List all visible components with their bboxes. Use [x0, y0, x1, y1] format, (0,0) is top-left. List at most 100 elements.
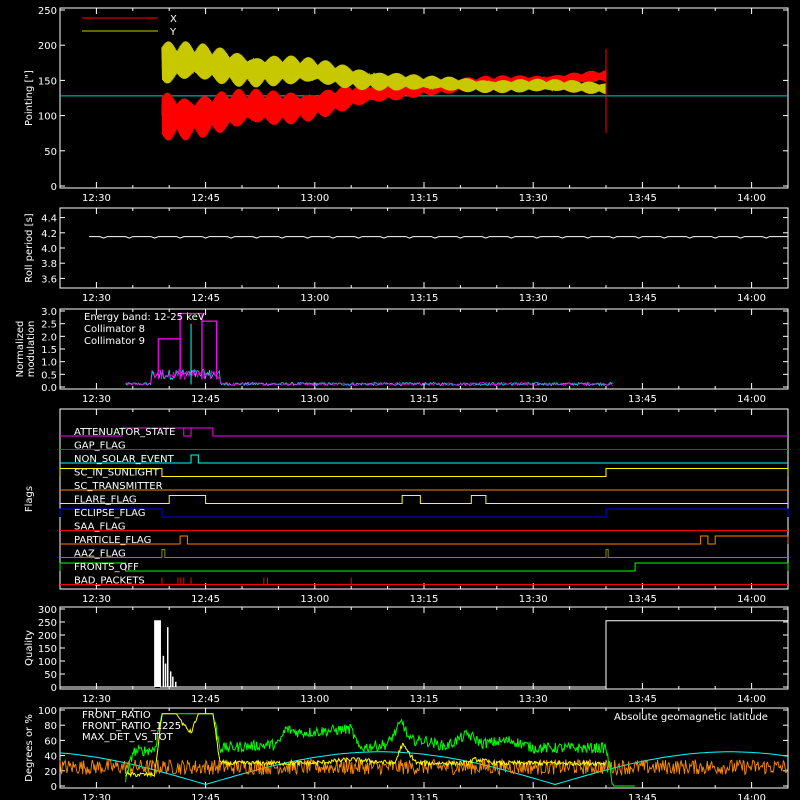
y-tick-label: 4.2: [41, 229, 57, 240]
panel-roll: 12:30 12:45 13:00 13:15 13:30 13:45 14:00 3.6 3.…: [24, 207, 789, 304]
legend-label: MAX_DET_VS_TOT: [82, 732, 174, 743]
y-axis-label: Degrees or %: [24, 714, 35, 782]
flag-line-particle_flag: [60, 535, 789, 545]
x-tick-label: 12:45: [191, 694, 220, 705]
y-tick-label: 200: [38, 631, 57, 642]
y-tick-label: 3.0: [41, 307, 57, 318]
y-tick-label: 2.0: [41, 332, 57, 343]
latitude-annotation: Absolute geomagnetic latitude: [614, 712, 768, 723]
x-tick-label: 13:45: [628, 394, 657, 405]
y-tick-label: 4.0: [41, 244, 57, 255]
y-tick-label: 0: [51, 782, 57, 793]
x-tick-label: 12:30: [82, 793, 111, 800]
x-tick-label: 13:00: [300, 293, 329, 304]
legend-label: Y: [169, 27, 177, 38]
x-tick-label: 12:30: [82, 193, 111, 204]
panel-frame: [59, 207, 789, 289]
legend-label: FRONT_RATIO_1225: [82, 721, 181, 732]
flag-label: SAA_FLAG: [74, 522, 125, 533]
y-tick-label: 3.8: [41, 259, 57, 270]
flag-label: FLARE_FLAG: [74, 495, 137, 506]
x-tick-label: 13:00: [300, 594, 329, 605]
flag-label: ATTENUATOR_STATE: [74, 427, 175, 438]
panel-modulation: 12:30 12:45 13:00 13:15 13:30 13:45 14:00 0.0 0.…: [15, 307, 789, 405]
x-tick-label: 12:45: [191, 293, 220, 304]
flag-line-flare_flag: [60, 495, 788, 504]
panel-flags: 12:30 12:45 13:00 13:15 13:30 13:45 14:00 Flags…: [24, 408, 789, 605]
y-tick-label: 0.5: [41, 370, 57, 381]
series-y-line: [161, 41, 607, 95]
x-tick-label: 12:45: [191, 394, 220, 405]
x-tick-label: 14:00: [737, 193, 766, 204]
x-tick-label: 12:30: [82, 293, 111, 304]
y-tick-label: 40: [44, 752, 57, 763]
y-tick-label: 4.4: [41, 214, 57, 225]
y-tick-label: 100: [38, 657, 57, 668]
x-tick-label: 14:00: [737, 594, 766, 605]
y-tick-label: 2.5: [41, 320, 57, 331]
modulation-noise-0: [125, 368, 613, 387]
flag-label: NON_SOLAR_EVENT: [74, 454, 175, 465]
y-axis-label-line: modulation: [26, 321, 37, 378]
x-tick-label: 13:15: [410, 793, 439, 800]
x-tick-label: 13:30: [519, 594, 548, 605]
y-tick-label: 200: [38, 41, 57, 52]
x-tick-label: 13:30: [519, 394, 548, 405]
flag-line-aaz_flag: [60, 549, 788, 558]
y-axis-label: Quality: [24, 630, 35, 666]
legend-label: Collimator 8: [84, 324, 145, 335]
y-tick-label: 50: [44, 147, 57, 158]
x-tick-label: 14:00: [737, 293, 766, 304]
x-tick-label: 14:00: [737, 793, 766, 800]
x-tick-label: 13:45: [628, 793, 657, 800]
x-tick-label: 13:30: [519, 193, 548, 204]
x-tick-label: 13:30: [519, 694, 548, 705]
y-tick-label: 0: [51, 683, 57, 694]
y-tick-label: 1.0: [41, 358, 57, 369]
chart-figure: 12:30 12:45 13:00 13:15 13:30 13:45 14:00 0 50 10…: [0, 0, 800, 800]
x-tick-label: 13:15: [410, 394, 439, 405]
y-tick-label: 0.0: [41, 383, 57, 394]
y-tick-label: 150: [38, 644, 57, 655]
y-tick-label: 150: [38, 76, 57, 87]
y-axis-label: Pointing ["]: [24, 70, 35, 126]
flag-line-eclipse_flag: [59, 508, 789, 518]
flag-label: SC_TRANSMITTER: [74, 481, 163, 492]
x-tick-label: 14:00: [737, 394, 766, 405]
x-tick-label: 13:15: [410, 694, 439, 705]
panel-ratios: 12:30 12:45 13:00 13:15 13:30 13:45 14:00 0 20 40…: [24, 706, 789, 800]
x-tick-label: 13:45: [628, 694, 657, 705]
x-tick-label: 13:15: [410, 293, 439, 304]
x-tick-label: 12:45: [191, 193, 220, 204]
y-tick-label: 100: [38, 112, 57, 123]
y-axis-label: Roll period [s]: [24, 213, 35, 282]
panel-frame: [59, 606, 789, 690]
x-tick-label: 13:30: [519, 293, 548, 304]
flag-label: SC_IN_SUNLIGHT: [74, 468, 160, 479]
y-tick-label: 1.5: [41, 345, 57, 356]
legend-label: Collimator 9: [84, 336, 145, 347]
x-tick-label: 12:45: [191, 594, 220, 605]
y-axis-label: Normalizedmodulation: [15, 321, 37, 378]
flag-label: ECLIPSE_FLAG: [74, 508, 145, 519]
x-tick-label: 13:45: [628, 293, 657, 304]
x-tick-label: 14:00: [737, 694, 766, 705]
roll-period-line: [89, 236, 788, 239]
series-front_ratio-line: [125, 713, 635, 787]
panel-quality: 12:30 12:45 13:00 13:15 13:30 13:45 14:00 0 50 10…: [24, 605, 789, 705]
y-axis-label: Flags: [24, 486, 35, 512]
x-tick-label: 13:00: [300, 694, 329, 705]
flag-label: AAZ_FLAG: [74, 549, 126, 560]
panel-pointing: 12:30 12:45 13:00 13:15 13:30 13:45 14:00 0 50 10…: [24, 6, 789, 204]
y-tick-label: 0: [51, 182, 57, 193]
x-tick-label: 13:15: [410, 193, 439, 204]
flag-label: GAP_FLAG: [74, 441, 126, 452]
flag-line-fronts_off: [59, 562, 789, 572]
flag-label: PARTICLE_FLAG: [74, 535, 151, 546]
y-tick-label: 300: [38, 605, 57, 616]
x-tick-label: 13:15: [410, 594, 439, 605]
flag-label: FRONTS_OFF: [74, 562, 139, 573]
x-tick-label: 12:30: [82, 394, 111, 405]
y-tick-label: 80: [44, 721, 57, 732]
y-tick-label: 250: [38, 618, 57, 629]
